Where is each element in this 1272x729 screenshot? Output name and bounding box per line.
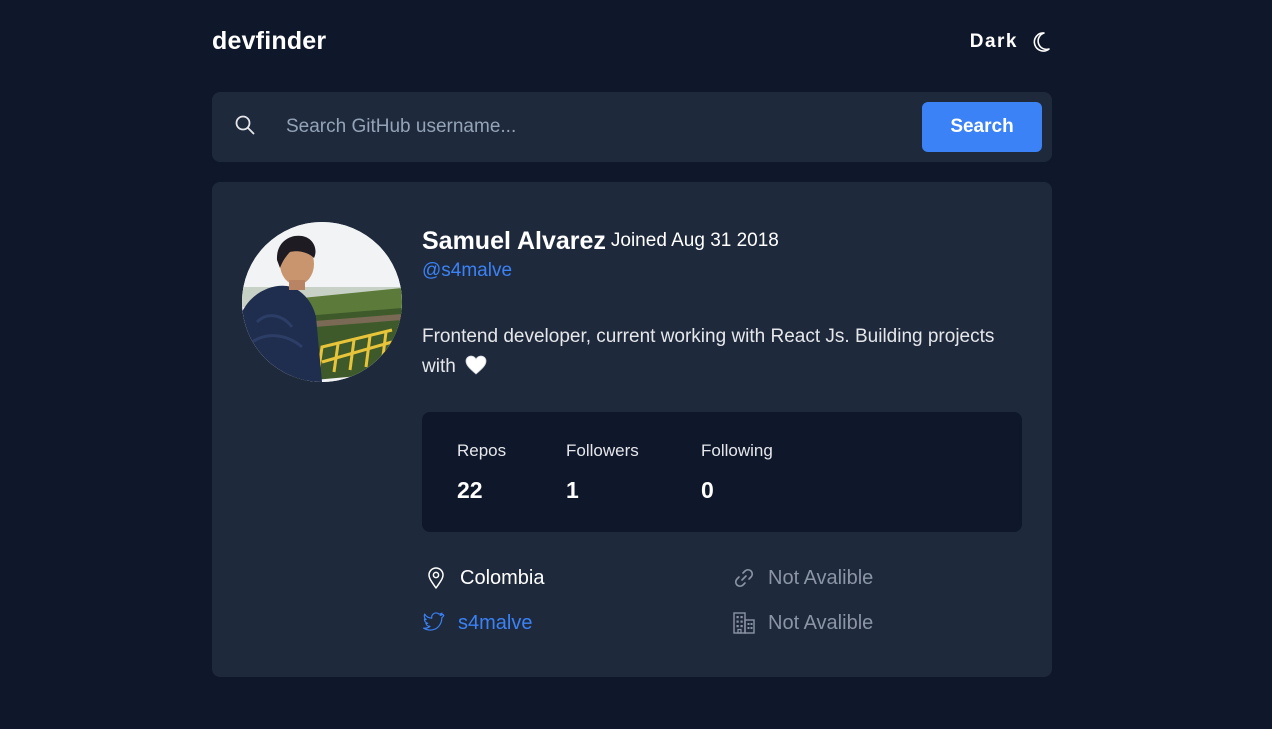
bio-text: Frontend developer, current working with…	[422, 326, 995, 377]
blog-item: Not Avalible	[732, 563, 873, 593]
stat-following: Following 0	[701, 440, 773, 504]
profile-links: Colombia Not Avalible s4malve Not Avalib…	[422, 562, 1032, 642]
logo: devfinder	[212, 27, 327, 55]
theme-toggle-label: Dark	[969, 31, 1018, 52]
stat-repos: Repos 22	[457, 440, 506, 504]
heart-icon	[465, 355, 487, 375]
company-text: Not Avalible	[768, 611, 874, 634]
stat-label: Repos	[457, 441, 507, 460]
header: devfinder Dark	[212, 24, 1052, 60]
user-name: Samuel Alvarez	[422, 227, 606, 255]
stats-panel: Repos 22 Followers 1 Following 0	[422, 412, 1022, 532]
stat-value: 22	[457, 477, 483, 503]
location-item: Colombia	[424, 563, 544, 593]
stat-value: 1	[566, 477, 579, 503]
twitter-text[interactable]: s4malve	[458, 612, 532, 635]
joined-date: Joined Aug 31 2018	[610, 230, 779, 251]
location-text: Colombia	[460, 566, 545, 589]
search-button[interactable]: Search	[922, 102, 1042, 152]
stat-label: Followers	[566, 441, 639, 460]
stat-value: 0	[701, 477, 714, 503]
search-icon	[235, 115, 255, 135]
app: devfinder Dark Search GitHub username...…	[0, 0, 1272, 729]
theme-toggle-button[interactable]: Dark	[970, 27, 1052, 57]
moon-icon	[1033, 32, 1050, 52]
building-icon	[733, 612, 755, 634]
bio: Frontend developer, current working with…	[422, 322, 1032, 382]
username-link[interactable]: @s4malve	[422, 260, 512, 282]
avatar-image	[242, 222, 402, 382]
stat-label: Following	[701, 441, 773, 460]
profile-card: Samuel Alvarez Joined Aug 31 2018 @s4mal…	[212, 182, 1052, 677]
twitter-item[interactable]: s4malve	[422, 608, 532, 638]
search-bar: Search	[212, 92, 1052, 162]
twitter-icon	[423, 612, 445, 631]
stat-followers: Followers 1	[566, 440, 639, 504]
location-pin-icon	[428, 567, 444, 589]
avatar	[242, 222, 402, 382]
search-input[interactable]	[286, 109, 906, 145]
blog-text: Not Avalible	[768, 566, 874, 589]
link-icon	[734, 568, 754, 588]
company-item: Not Avalible	[732, 608, 873, 638]
name-row: Samuel Alvarez Joined Aug 31 2018	[422, 226, 779, 256]
